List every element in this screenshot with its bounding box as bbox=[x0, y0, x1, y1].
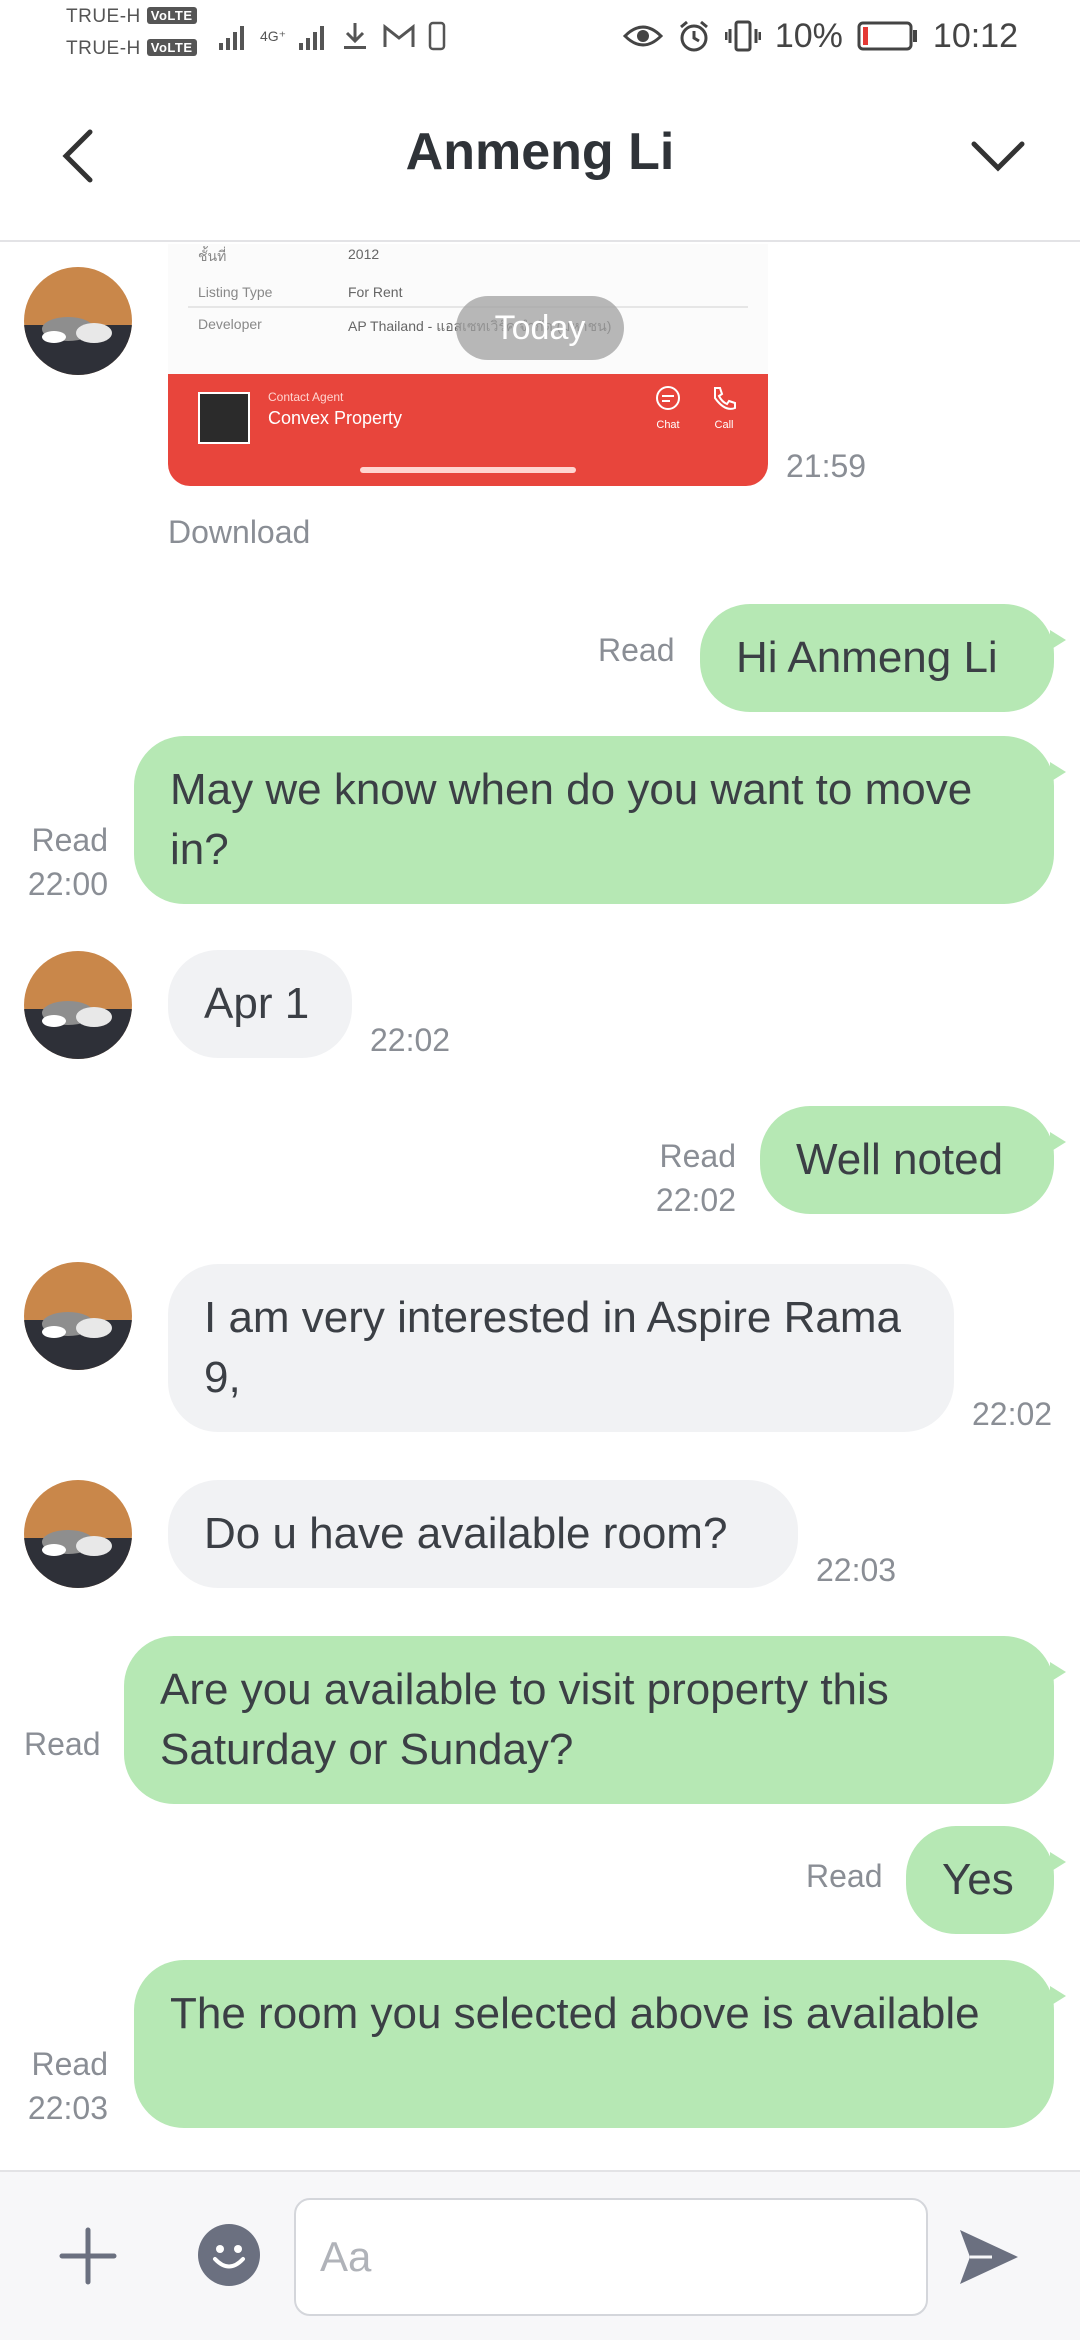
chat-title: Anmeng Li bbox=[405, 123, 675, 181]
listing-row-value: For Rent bbox=[348, 284, 403, 300]
status-icons-left: 4G⁺ bbox=[218, 14, 446, 58]
avatar[interactable] bbox=[24, 1480, 132, 1588]
status-bar: TRUE-H VoLTE TRUE-H VoLTE 4G⁺ 10% 10:12 bbox=[0, 0, 1080, 72]
message-meta: Read 22:03 bbox=[10, 2042, 108, 2130]
battery-percent: 10% bbox=[774, 16, 843, 55]
read-receipt: Read bbox=[806, 1858, 883, 1894]
battery-icon bbox=[857, 21, 917, 51]
chat-shortcut-label: Chat bbox=[656, 419, 680, 431]
chat-shortcut: Chat bbox=[648, 384, 688, 431]
message-text: The room you selected above is available bbox=[170, 1989, 980, 2038]
status-icons-right: 10% 10:12 bbox=[622, 14, 1018, 58]
banner-caption: Contact Agent bbox=[268, 390, 344, 404]
eye-icon bbox=[622, 25, 663, 47]
message-time: 22:03 bbox=[27, 2090, 108, 2126]
avatar[interactable] bbox=[24, 1262, 132, 1370]
message-meta: Read 22:02 bbox=[620, 1134, 736, 1222]
message-time: 22:02 bbox=[655, 1182, 736, 1218]
message-text: Well noted bbox=[796, 1135, 1004, 1184]
read-receipt: Read bbox=[31, 2046, 109, 2082]
agent-banner: Contact Agent Convex Property Chat Call bbox=[168, 374, 768, 486]
message-time: 21:59 bbox=[786, 448, 867, 484]
agent-logo-icon bbox=[198, 392, 250, 444]
alarm-icon bbox=[679, 20, 708, 52]
read-receipt: Read bbox=[598, 632, 675, 668]
carrier-label-1: TRUE-H VoLTE bbox=[66, 6, 197, 28]
message-time: 22:02 bbox=[972, 1396, 1053, 1432]
call-shortcut-label: Call bbox=[714, 419, 734, 431]
message-text: Do u have available room? bbox=[204, 1509, 728, 1558]
outgoing-message[interactable]: Yes bbox=[906, 1826, 1066, 1934]
signal-icon bbox=[219, 26, 244, 50]
image-message[interactable]: ชั้นที่ 2012 Listing Type For Rent Devel… bbox=[168, 244, 768, 486]
attach-button[interactable] bbox=[58, 2226, 118, 2286]
call-icon bbox=[714, 387, 736, 410]
message-text: Yes bbox=[942, 1855, 1014, 1904]
listing-row-label: ชั้นที่ bbox=[198, 248, 227, 264]
send-button[interactable] bbox=[956, 2224, 1022, 2290]
call-shortcut: Call bbox=[704, 384, 744, 431]
outgoing-message[interactable]: Hi Anmeng Li bbox=[700, 604, 1066, 712]
vibrate-icon bbox=[724, 20, 761, 52]
message-text: Are you available to visit property this… bbox=[160, 1665, 889, 1774]
plus-icon bbox=[59, 2227, 117, 2285]
phone-icon bbox=[428, 21, 446, 51]
cat-avatar-icon bbox=[24, 1262, 132, 1370]
clock: 10:12 bbox=[932, 16, 1018, 55]
incoming-message[interactable]: I am very interested in Aspire Rama 9, bbox=[168, 1264, 954, 1432]
cat-avatar-icon bbox=[24, 1480, 132, 1588]
emoji-button[interactable] bbox=[198, 2224, 260, 2286]
send-icon bbox=[960, 2230, 1018, 2284]
avatar[interactable] bbox=[24, 267, 132, 375]
smiley-icon bbox=[213, 2245, 245, 2269]
outgoing-message[interactable]: The room you selected above is available bbox=[134, 1960, 1066, 2128]
banner-title: Convex Property bbox=[268, 408, 403, 428]
avatar[interactable] bbox=[24, 951, 132, 1059]
carrier-label-2: TRUE-H VoLTE bbox=[66, 38, 197, 60]
network-type: 4G⁺ bbox=[260, 27, 287, 44]
message-text: May we know when do you want to move in? bbox=[170, 765, 973, 874]
chat-header: Anmeng Li bbox=[0, 72, 1080, 242]
composer-bar bbox=[0, 2170, 1080, 2340]
listing-row-value: 2012 bbox=[348, 246, 380, 262]
read-receipt: Read bbox=[24, 1726, 101, 1762]
outgoing-message[interactable]: May we know when do you want to move in? bbox=[134, 736, 1066, 904]
read-receipt: Read bbox=[659, 1138, 737, 1174]
message-list[interactable]: ชั้นที่ 2012 Listing Type For Rent Devel… bbox=[0, 244, 1080, 2170]
read-receipt: Read bbox=[31, 822, 109, 858]
message-time: 22:00 bbox=[27, 866, 108, 902]
cat-avatar-icon bbox=[24, 951, 132, 1059]
listing-row-label: Developer bbox=[198, 316, 262, 332]
download-icon bbox=[344, 23, 367, 49]
message-text: Apr 1 bbox=[204, 979, 310, 1028]
message-meta: Read 22:00 bbox=[10, 818, 108, 906]
incoming-message[interactable]: Do u have available room? bbox=[168, 1480, 798, 1588]
outgoing-message[interactable]: Are you available to visit property this… bbox=[124, 1636, 1066, 1804]
chat-bubble-icon bbox=[656, 386, 680, 410]
signal-icon-2 bbox=[299, 26, 325, 50]
menu-toggle-button[interactable] bbox=[968, 128, 1028, 184]
message-input[interactable] bbox=[294, 2198, 928, 2316]
message-text: I am very interested in Aspire Rama 9, bbox=[204, 1293, 901, 1402]
chevron-down-icon bbox=[971, 141, 1025, 172]
outgoing-message[interactable]: Well noted bbox=[760, 1106, 1066, 1214]
incoming-message[interactable]: Apr 1 bbox=[168, 950, 352, 1058]
download-link[interactable]: Download bbox=[168, 514, 310, 551]
message-time: 22:03 bbox=[816, 1552, 897, 1588]
gmail-icon bbox=[383, 23, 415, 47]
date-separator: Today bbox=[456, 296, 624, 360]
message-text: Hi Anmeng Li bbox=[736, 633, 998, 682]
cat-avatar-icon bbox=[24, 267, 132, 375]
listing-row-label: Listing Type bbox=[198, 284, 273, 300]
scroll-indicator bbox=[360, 467, 576, 473]
message-time: 22:02 bbox=[370, 1022, 451, 1058]
